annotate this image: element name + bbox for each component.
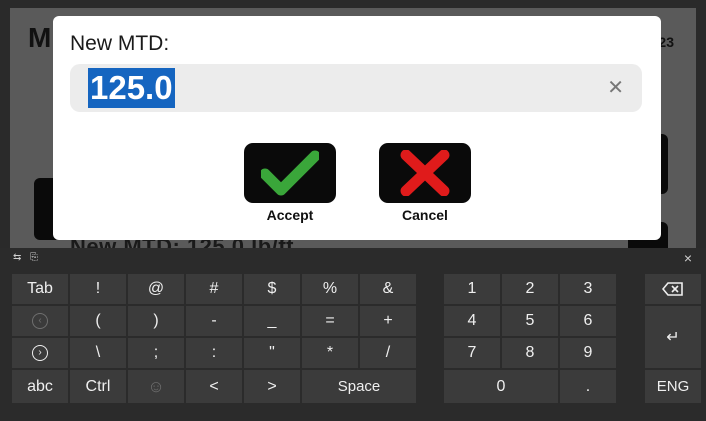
screen: M 23 New MTD: 125.0 lb/ft New MTD: 125.0… [0,0,706,421]
key-at[interactable]: @ [128,274,184,304]
input-dialog: New MTD: 125.0 ✕ Accept Cancel [53,16,661,240]
checkmark-icon [261,150,319,196]
key-next-candidate[interactable]: › [12,338,68,368]
key-space[interactable]: Space [302,370,416,403]
key-tab[interactable]: Tab [12,274,68,304]
key-4[interactable]: 4 [444,306,500,336]
keyboard-close-icon[interactable]: × [684,250,692,266]
key-9[interactable]: 9 [560,338,616,368]
mtd-input-value[interactable]: 125.0 [88,68,175,108]
key-plus[interactable]: + [360,306,416,336]
key-6[interactable]: 6 [560,306,616,336]
key-open-paren[interactable]: ( [70,306,126,336]
key-left-arrow[interactable]: < [186,370,242,403]
key-slash[interactable]: / [360,338,416,368]
key-prev-candidate[interactable]: ‹ [12,306,68,336]
key-8[interactable]: 8 [502,338,558,368]
accept-label: Accept [266,207,314,223]
key-hash[interactable]: # [186,274,242,304]
cancel-button[interactable]: Cancel [377,143,473,223]
accept-icon-box[interactable] [244,143,336,203]
key-3[interactable]: 3 [560,274,616,304]
circle-right-icon: › [32,345,48,361]
key-2[interactable]: 2 [502,274,558,304]
mtd-input-field[interactable]: 125.0 ✕ [70,64,642,112]
key-minus[interactable]: - [186,306,242,336]
cancel-icon-box[interactable] [379,143,471,203]
key-ctrl[interactable]: Ctrl [70,370,126,403]
key-asterisk[interactable]: * [302,338,358,368]
key-dollar[interactable]: $ [244,274,300,304]
key-backslash[interactable]: \ [70,338,126,368]
cancel-label: Cancel [402,207,448,223]
key-1[interactable]: 1 [444,274,500,304]
key-equals[interactable]: = [302,306,358,336]
key-backspace[interactable] [645,274,701,304]
key-double-quote[interactable]: " [244,338,300,368]
key-semicolon[interactable]: ; [128,338,184,368]
key-enter[interactable]: ↵ [645,306,701,368]
key-underscore[interactable]: _ [244,306,300,336]
touch-keyboard: ⇆ ⎘ × Tab ! @ # $ % & 1 2 3 ‹ ( ) - _ = … [0,248,706,421]
keyboard-toolbar: ⇆ ⎘ × [0,248,706,270]
key-language[interactable]: ENG [645,370,701,403]
key-right-arrow[interactable]: > [244,370,300,403]
key-close-paren[interactable]: ) [128,306,184,336]
clipboard-icon[interactable]: ⎘ [30,252,38,263]
clear-icon[interactable]: ✕ [607,76,624,100]
key-emoji[interactable]: ☺ [128,370,184,403]
key-colon[interactable]: : [186,338,242,368]
key-abc[interactable]: abc [12,370,68,403]
dialog-title: New MTD: [70,32,170,55]
key-5[interactable]: 5 [502,306,558,336]
key-0[interactable]: 0 [444,370,558,403]
backspace-icon [662,282,683,296]
cross-icon [400,150,450,196]
keyboard-layout-icon[interactable]: ⇆ [13,252,21,263]
key-percent[interactable]: % [302,274,358,304]
circle-left-icon: ‹ [32,313,48,329]
key-ampersand[interactable]: & [360,274,416,304]
key-7[interactable]: 7 [444,338,500,368]
key-dot[interactable]: . [560,370,616,403]
background-title-fragment: M [28,22,52,53]
emoji-icon: ☺ [147,376,165,396]
accept-button[interactable]: Accept [242,143,338,223]
key-exclamation[interactable]: ! [70,274,126,304]
